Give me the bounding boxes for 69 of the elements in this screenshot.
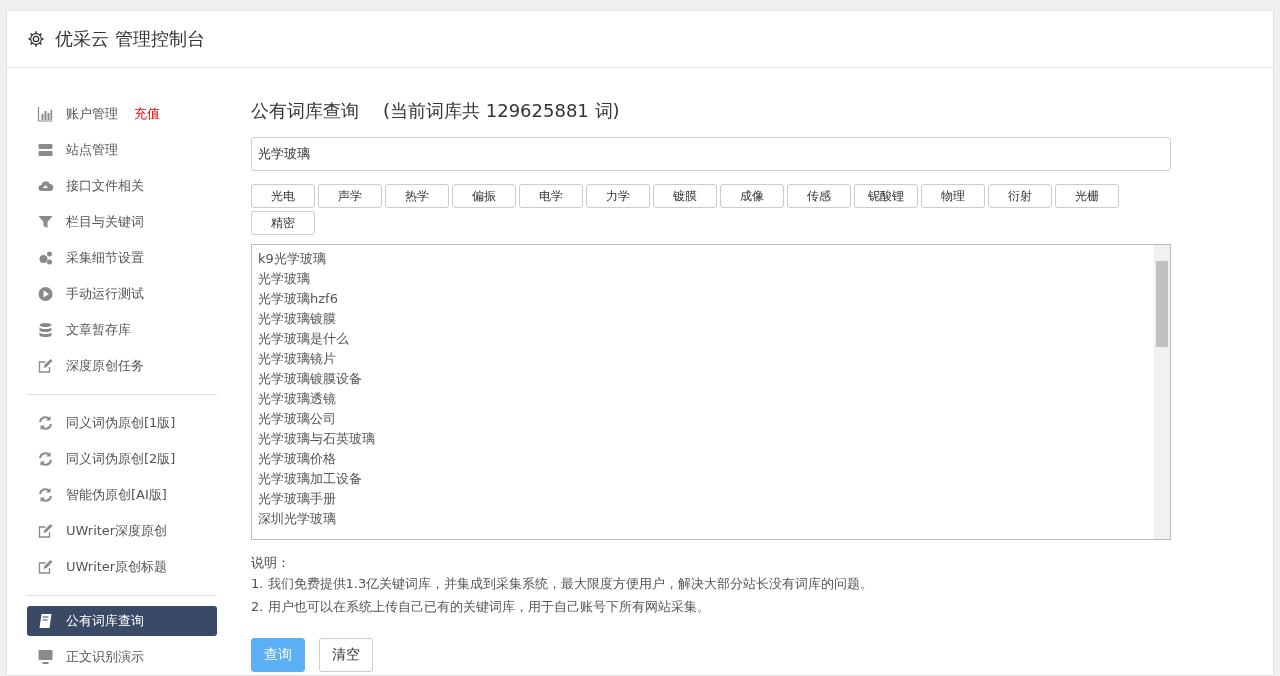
search-field[interactable]: 光学玻璃 [251,137,1171,171]
sidebar-item[interactable]: 同义词伪原创[2版] [27,441,217,477]
cloud-upload-icon [37,178,54,194]
keyword-tag[interactable]: 力学 [586,184,650,208]
recharge-link[interactable]: 充值 [134,105,160,123]
database-icon [37,322,54,338]
result-item[interactable]: 光学玻璃镀膜 [258,309,1148,329]
keyword-tag[interactable]: 传感 [787,184,851,208]
sidebar-item[interactable]: UWriter原创标题 [27,549,217,585]
sidebar-item[interactable]: 文章暂存库 [27,312,217,348]
sidebar-item[interactable]: 接口文件相关 [27,168,217,204]
edit-icon [37,358,54,374]
filter-icon [37,214,54,230]
gears-icon [37,250,54,266]
keyword-tag[interactable]: 精密 [251,211,315,235]
console-title: 优采云 管理控制台 [55,27,205,51]
sidebar-item[interactable]: 智能伪原创[AI版] [27,477,217,513]
notes-heading: 说明： [251,554,291,572]
result-item[interactable]: 光学玻璃镜片 [258,349,1148,369]
keyword-tag[interactable]: 光栅 [1055,184,1119,208]
result-item[interactable]: 光学玻璃与石英玻璃 [258,429,1148,449]
sidebar-item[interactable]: 手动运行测试 [27,276,217,312]
settings-icon [27,30,45,48]
keyword-tag[interactable]: 光电 [251,184,315,208]
book-icon [37,613,54,629]
sidebar-item[interactable]: 公有词库查询 [27,606,217,636]
sidebar-item[interactable]: 账户管理 充值 [27,96,217,132]
server-icon [37,142,54,158]
edit-icon [37,523,54,539]
sidebar-item[interactable]: 栏目与关键词 [27,204,217,240]
sidebar-item[interactable]: 采集细节设置 [27,240,217,276]
bar-chart-icon [37,106,54,122]
monitor-icon [37,649,54,665]
keyword-tag[interactable]: 声学 [318,184,382,208]
keyword-tag[interactable]: 衍射 [988,184,1052,208]
note-text: 1. 我们免费提供1.3亿关键词库，并集成到采集系统，最大限度方便用户，解决大部分站长没有词库的问题。 [251,575,875,593]
refresh-icon [37,415,54,431]
keyword-tag[interactable]: 物理 [921,184,985,208]
edit-icon [37,559,54,575]
sidebar-item[interactable]: 同义词伪原创[1版] [27,405,217,441]
result-item[interactable]: 光学玻璃手册 [258,489,1148,509]
result-item[interactable]: 光学玻璃 [258,269,1148,289]
result-item[interactable]: 光学玻璃价格 [258,449,1148,469]
sidebar-item[interactable]: UWriter深度原创 [27,513,217,549]
scrollbar[interactable] [1154,245,1170,539]
result-item[interactable]: 深圳光学玻璃 [258,509,1148,529]
result-item[interactable]: 光学玻璃镀膜设备 [258,369,1148,389]
keyword-tag[interactable]: 电学 [519,184,583,208]
play-icon [37,286,54,302]
refresh-icon [37,451,54,467]
result-item[interactable]: 光学玻璃透镜 [258,389,1148,409]
refresh-icon [37,487,54,503]
result-item[interactable]: 光学玻璃公司 [258,409,1148,429]
keyword-tag[interactable]: 偏振 [452,184,516,208]
keyword-tag[interactable]: 镀膜 [653,184,717,208]
keyword-tag[interactable]: 热学 [385,184,449,208]
result-item[interactable]: 光学玻璃hzf6 [258,289,1148,309]
keyword-tag[interactable]: 铌酸锂 [854,184,918,208]
result-item[interactable]: k9光学玻璃 [258,249,1148,269]
clear-button[interactable]: 清空 [319,638,373,672]
sidebar-item[interactable]: 正文识别演示 [27,639,217,675]
sidebar-item[interactable]: 站点管理 [27,132,217,168]
dictionary-count: (当前词库共 129625881 词) [383,99,620,123]
result-item[interactable]: 光学玻璃加工设备 [258,469,1148,489]
keyword-tag[interactable]: 成像 [720,184,784,208]
page-title: 公有词库查询 [251,99,359,123]
sidebar-item[interactable]: 深度原创任务 [27,348,217,384]
result-item[interactable]: 光学玻璃是什么 [258,329,1148,349]
note-text: 2. 用户也可以在系统上传自己已有的关键词库，用于自己账号下所有网站采集。 [251,598,711,616]
